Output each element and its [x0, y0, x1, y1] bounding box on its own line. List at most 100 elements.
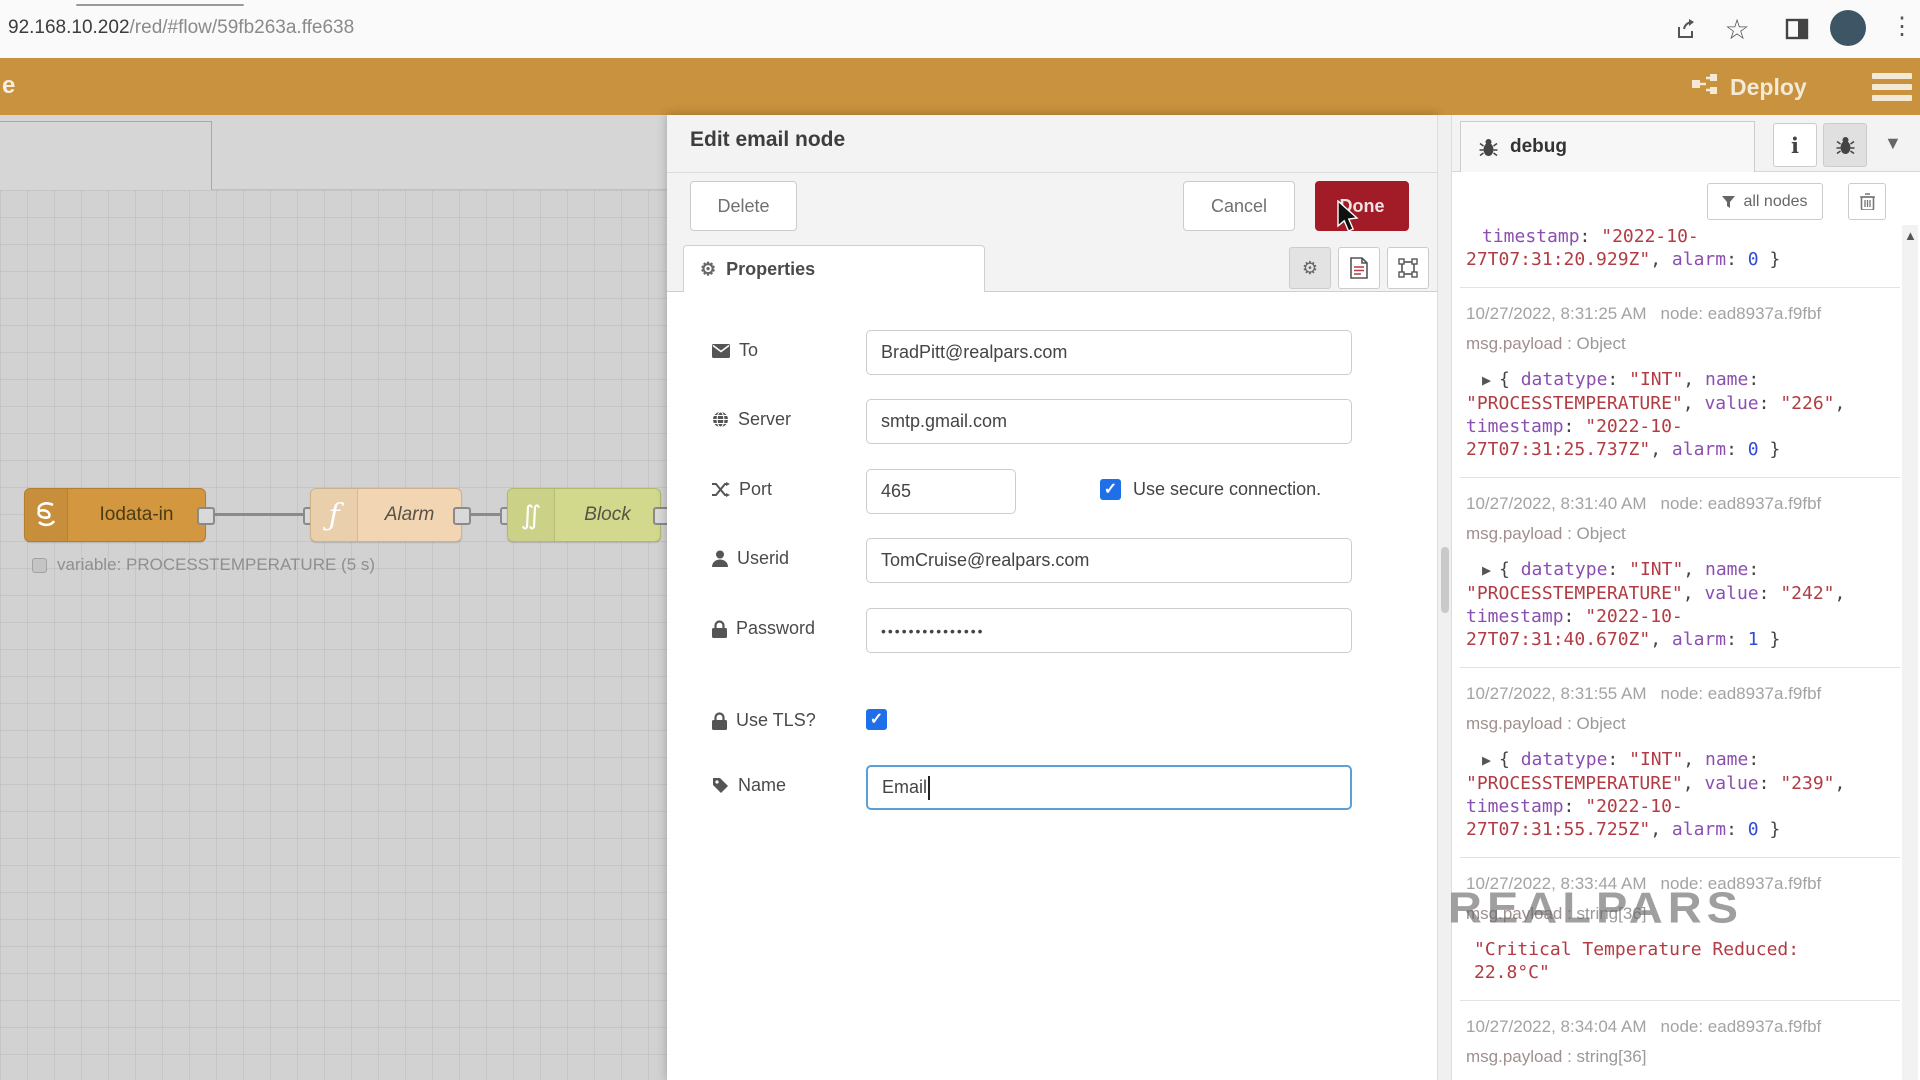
browser-address-bar: 92.168.10.202/red/#flow/59fb263a.ffe638 … [0, 0, 1920, 59]
gear-icon: ⚙ [1301, 257, 1319, 278]
debug-button[interactable] [1823, 123, 1867, 167]
message-payload[interactable]: ▶{ datatype: "INT", name: "PROCESSTEMPERA… [1466, 558, 1894, 651]
delete-button[interactable]: Delete [690, 181, 797, 231]
block-icon: ∬ [508, 489, 555, 541]
logo-partial-text: e [2, 72, 16, 99]
userid-input[interactable] [866, 538, 1352, 583]
message-payload[interactable]: ▶{ datatype: "INT", name: "PROCESSTEMPERA… [1466, 368, 1894, 461]
message-payload[interactable]: timestamp: "2022-10- 27T07:31:20.929Z", a… [1466, 225, 1894, 271]
secure-connection-checkbox[interactable]: ✓ [1100, 479, 1121, 500]
url-path: /red/#flow/59fb263a.ffe638 [129, 17, 355, 38]
panel-separator[interactable] [1437, 115, 1452, 1080]
lock-icon [712, 619, 727, 638]
port[interactable] [197, 507, 215, 525]
tab-debug[interactable]: debug [1460, 121, 1755, 172]
node-iodata-in[interactable]: Iodata-in [24, 488, 206, 542]
info-button[interactable]: i [1773, 123, 1817, 167]
debug-tab-label: debug [1510, 136, 1567, 157]
to-input[interactable] [866, 330, 1352, 375]
node-alarm[interactable]: ƒ Alarm [310, 488, 462, 542]
cancel-button[interactable]: Cancel [1183, 181, 1295, 231]
info-icon: i [1791, 132, 1799, 158]
message-path: msg.payload : Object [1466, 714, 1626, 733]
appearance-button[interactable] [1387, 247, 1429, 289]
to-label: To [712, 340, 758, 361]
clear-messages-button[interactable] [1848, 183, 1886, 220]
dialog-header: Edit email node Delete Cancel Done ⚙ Pro… [667, 115, 1437, 292]
port[interactable] [453, 507, 471, 525]
port-label: Port [712, 479, 772, 500]
use-tls-checkbox[interactable]: ✓ [866, 709, 887, 730]
side-panel-icon[interactable] [1782, 14, 1812, 44]
debug-message[interactable]: 10/27/2022, 8:31:40 AM node: ead8937a.f9f… [1460, 478, 1900, 668]
name-input[interactable]: Email [866, 765, 1352, 810]
globe-icon [713, 411, 728, 428]
port[interactable] [653, 507, 667, 525]
wire[interactable] [210, 513, 310, 516]
trash-icon [1859, 193, 1875, 210]
debug-toolbar: all nodes [1452, 172, 1920, 225]
lock-icon [712, 711, 727, 730]
name-label: Name [712, 775, 786, 796]
browser-tab-edge [76, 4, 244, 6]
node-properties-button[interactable]: ⚙ [1289, 247, 1331, 289]
status-dot-icon [32, 557, 47, 573]
use-tls-label: Use TLS? [712, 710, 816, 731]
dialog-title: Edit email node [690, 128, 846, 151]
app-header: e Deploy [0, 58, 1920, 115]
disclosure-triangle-icon[interactable]: ▶ [1482, 561, 1491, 579]
node-block[interactable]: ∬ Block [507, 488, 661, 542]
url-text[interactable]: 92.168.10.202/red/#flow/59fb263a.ffe638 [8, 17, 354, 39]
message-payload[interactable]: ▶{ datatype: "INT", name: "PROCESSTEMPERA… [1466, 748, 1894, 841]
flow-canvas[interactable]: Iodata-in ƒ Alarm ∬ Block variable: PROC… [0, 115, 667, 1080]
debug-sidebar: debug i ▼ all nodes timestamp: "2022-10-… [1452, 115, 1920, 1080]
node-label: Block [584, 504, 631, 525]
share-icon[interactable] [1672, 14, 1702, 44]
document-icon [1350, 257, 1368, 279]
debug-message[interactable]: timestamp: "2022-10- 27T07:31:20.929Z", a… [1460, 225, 1900, 288]
message-meta: 10/27/2022, 8:31:40 AM node: ead8937a.f9f… [1466, 494, 1822, 513]
debug-message[interactable]: 10/27/2022, 8:31:25 AM node: ead8937a.f9f… [1460, 288, 1900, 478]
password-label: Password [712, 618, 815, 639]
done-button[interactable]: Done [1315, 181, 1409, 231]
canvas-grid[interactable] [0, 190, 667, 1080]
message-payload[interactable]: "Critical Temperature Reduced: 22.8°C" [1466, 938, 1894, 984]
password-input[interactable] [866, 608, 1352, 653]
node-label: Alarm [384, 504, 435, 525]
workspace-tab[interactable] [0, 121, 212, 190]
deploy-button[interactable]: Deploy [1692, 68, 1807, 106]
url-host: 92.168.10.202 [8, 17, 130, 38]
scrollbar-thumb[interactable] [1441, 547, 1449, 613]
browser-avatar[interactable] [1830, 10, 1866, 46]
realpars-watermark: REALPARS [1448, 883, 1744, 932]
hamburger-menu-icon[interactable] [1872, 73, 1912, 101]
filter-all-nodes-button[interactable]: all nodes [1707, 183, 1823, 220]
debug-message[interactable]: 10/27/2022, 8:34:04 AM node: ead8937a.f9f… [1460, 1001, 1900, 1080]
bug-icon [1836, 136, 1854, 154]
scroll-up-icon[interactable]: ▲ [1904, 228, 1917, 243]
message-path: msg.payload : Object [1466, 334, 1626, 353]
message-meta: 10/27/2022, 8:31:25 AM node: ead8937a.f9f… [1466, 304, 1822, 323]
browser-menu-icon[interactable]: ⋮ [1890, 12, 1914, 41]
function-icon: ƒ [311, 489, 358, 541]
server-input[interactable] [866, 399, 1352, 444]
node-label: Iodata-in [99, 504, 174, 525]
description-button[interactable] [1338, 247, 1380, 289]
gear-icon: ⚙ [700, 258, 717, 279]
disclosure-triangle-icon[interactable]: ▶ [1482, 751, 1491, 769]
server-label: Server [712, 409, 791, 430]
workspace-tab-bar [0, 115, 667, 190]
tag-icon [713, 778, 728, 793]
debug-scrollbar[interactable]: ▲ [1902, 225, 1918, 1080]
tab-properties[interactable]: ⚙ Properties [683, 245, 985, 292]
port-input[interactable] [866, 469, 1016, 514]
dialog-form: To Server Port ✓ [667, 292, 1437, 1080]
bookmark-star-icon[interactable]: ☆ [1722, 14, 1752, 45]
chevron-down-icon[interactable]: ▼ [1884, 133, 1902, 154]
message-meta: 10/27/2022, 8:31:55 AM node: ead8937a.f9f… [1466, 684, 1822, 703]
debug-message-list[interactable]: timestamp: "2022-10- 27T07:31:20.929Z", a… [1460, 225, 1900, 1080]
debug-message[interactable]: 10/27/2022, 8:31:55 AM node: ead8937a.f9f… [1460, 668, 1900, 858]
node-status: variable: PROCESSTEMPERATURE (5 s) [32, 555, 375, 575]
disclosure-triangle-icon[interactable]: ▶ [1482, 371, 1491, 389]
secure-connection-label: Use secure connection. [1133, 479, 1322, 499]
